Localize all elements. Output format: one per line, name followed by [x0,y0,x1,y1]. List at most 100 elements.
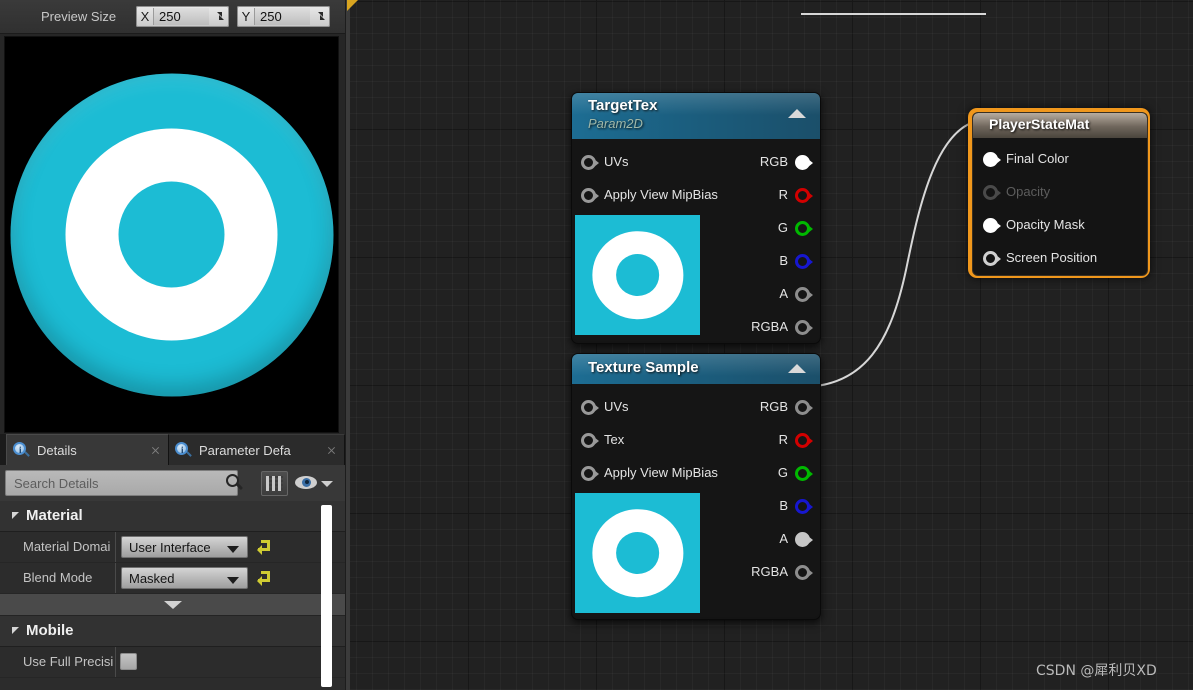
property-row-blend-mode: Blend Mode Masked [0,563,345,594]
input-label-screen-position: Screen Position [1006,250,1098,265]
category-header-mobile[interactable]: Mobile [0,616,345,647]
chevron-down-icon[interactable] [321,481,333,487]
output-pin-g[interactable] [795,466,813,481]
node-texture-sample[interactable]: Texture Sample UVs Tex Apply View MipBia… [571,353,821,620]
blend-mode-dropdown[interactable]: Masked [121,567,248,589]
output-label-a: A [779,286,788,301]
output-pin-g[interactable] [795,221,813,236]
column-divider [115,532,116,562]
output-pin-a[interactable] [795,287,813,302]
grid-view-icon [266,476,283,491]
preview-size-x-field[interactable]: X 250 [136,6,229,27]
reset-material-domain-icon[interactable] [257,540,270,555]
output-pin-rgb[interactable] [795,155,813,170]
pin-row-opacity-mask[interactable]: Opacity Mask [973,216,1147,236]
output-pin-r[interactable] [795,433,813,448]
input-pin-tex[interactable] [581,433,599,448]
output-label-rgb: RGB [759,399,788,414]
node-targettex-header[interactable]: TargetTex Param2D [572,93,820,139]
output-pin-rgb[interactable] [795,400,813,415]
tab-parameter-defaults-label: Parameter Defa [199,442,291,458]
node-player-state-mat[interactable]: PlayerStateMat Final Color Opacity Opaci… [968,108,1150,278]
pin-row-out-rgb[interactable]: RGB [700,153,820,173]
property-row-material-domain: Material Domai User Interface [0,532,345,563]
chevron-down-icon [163,601,182,609]
input-pin-apply-view-mipbias[interactable] [581,188,599,203]
output-pin-b[interactable] [795,254,813,269]
preview-size-y-spinner-icon[interactable] [310,6,330,27]
pin-row-ts-out-g[interactable]: G [700,464,820,484]
pin-row-ts-out-a[interactable]: A [700,530,820,550]
tab-details[interactable]: i Details [6,434,169,465]
output-label-a: A [779,531,788,546]
blend-mode-value: Masked [129,571,175,586]
details-scrollbar[interactable] [321,505,332,687]
graph-left-edge [346,0,350,690]
preview-size-y-axis-label: Y [241,9,251,24]
output-pin-rgba[interactable] [795,565,813,580]
twisty-expanded-icon[interactable] [12,512,19,519]
input-label-final-color: Final Color [1006,151,1069,166]
search-details-input[interactable] [5,470,238,496]
output-pin-rgba[interactable] [795,320,813,335]
property-label-use-full-precision: Use Full Precisi [23,654,114,669]
tab-details-close-icon[interactable] [151,446,160,455]
input-pin-uvs[interactable] [581,400,599,415]
pin-row-out-b[interactable]: B [700,252,820,272]
node-texture-sample-header[interactable]: Texture Sample [572,354,820,384]
material-domain-value: User Interface [129,540,211,555]
node-texture-sample-body: UVs Tex Apply View MipBias RGB R G B A R… [572,384,820,617]
collapse-arrow-icon[interactable] [788,364,806,373]
visibility-eye-button[interactable] [295,474,317,491]
column-divider [115,563,116,593]
output-label-rgba: RGBA [751,564,788,579]
input-pin-opacity [983,185,1001,200]
pin-row-ts-out-rgb[interactable]: RGB [700,398,820,418]
node-targettex-subtitle: Param2D [588,116,643,131]
material-preview-viewport[interactable] [4,36,339,433]
input-pin-opacity-mask[interactable] [983,218,1001,233]
output-label-g: G [777,465,788,480]
reset-blend-mode-icon[interactable] [257,571,270,586]
twisty-expanded-icon[interactable] [12,627,19,634]
pin-row-ts-out-r[interactable]: R [700,431,820,451]
preview-size-x-spinner-icon[interactable] [209,6,229,27]
preview-size-y-value[interactable]: 250 [254,8,310,25]
collapse-arrow-icon[interactable] [788,109,806,118]
tab-parameter-defaults[interactable]: i Parameter Defa [169,434,345,465]
pin-row-out-g[interactable]: G [700,219,820,239]
input-label-uvs: UVs [604,154,629,169]
details-search-row [0,465,345,501]
tab-parameter-defaults-close-icon[interactable] [327,446,336,455]
eye-pupil [305,480,309,484]
details-tab-strip: i Details i Parameter Defa [0,434,345,465]
chevron-down-icon [227,577,239,584]
output-label-rgb: RGB [759,154,788,169]
preview-size-x-value[interactable]: 250 [153,8,209,25]
property-label-material-domain: Material Domai [23,539,111,554]
pin-row-ts-out-b[interactable]: B [700,497,820,517]
grid-view-button[interactable] [261,471,288,496]
pin-row-final-color[interactable]: Final Color [973,150,1147,170]
node-player-state-mat-header[interactable]: PlayerStateMat [973,113,1147,138]
node-targettex[interactable]: TargetTex Param2D UVs Apply View MipBias… [571,92,821,344]
category-name-mobile: Mobile [26,622,74,639]
input-pin-screen-position[interactable] [983,251,1001,266]
output-pin-a[interactable] [795,532,813,547]
input-pin-apply-view-mipbias[interactable] [581,466,599,481]
input-pin-uvs[interactable] [581,155,599,170]
node-targettex-body: UVs Apply View MipBias RGB R G B A RGBA [572,139,820,341]
output-pin-r[interactable] [795,188,813,203]
material-domain-dropdown[interactable]: User Interface [121,536,248,558]
preview-size-y-field[interactable]: Y 250 [237,6,330,27]
pin-row-ts-out-rgba[interactable]: RGBA [700,563,820,583]
input-pin-final-color[interactable] [983,152,1001,167]
pin-row-out-r[interactable]: R [700,186,820,206]
pin-row-out-a[interactable]: A [700,285,820,305]
pin-row-screen-position[interactable]: Screen Position [973,249,1147,269]
use-full-precision-checkbox[interactable] [120,653,137,670]
output-pin-b[interactable] [795,499,813,514]
show-advanced-expander[interactable] [0,594,345,616]
pin-row-out-rgba[interactable]: RGBA [700,318,820,338]
category-header-material[interactable]: Material [0,501,345,532]
